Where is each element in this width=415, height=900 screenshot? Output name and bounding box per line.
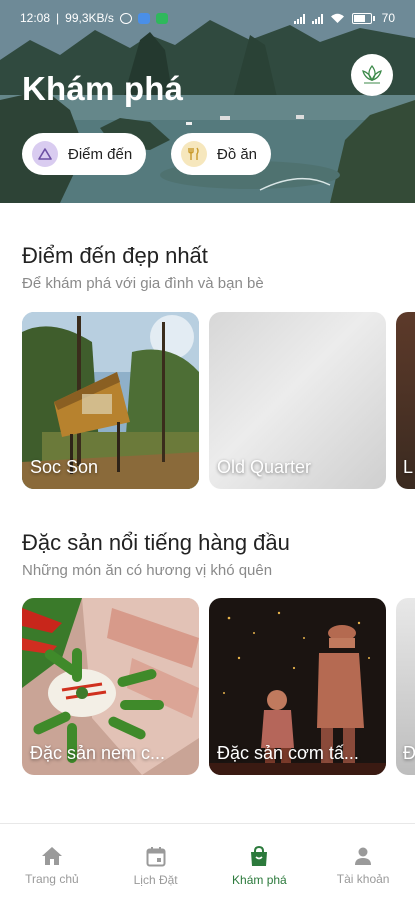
nav-label-home: Trang chủ [25, 872, 79, 886]
destination-label: Soc Son [30, 457, 99, 477]
chip-destinations[interactable]: Điểm đến [22, 133, 147, 175]
nav-label-bookings: Lịch Đặt [133, 873, 178, 887]
destinations-title: Điểm đến đẹp nhất [22, 243, 208, 268]
destination-card-soc-son[interactable]: Soc Son [22, 312, 199, 489]
alarm-icon [119, 12, 132, 24]
food-card-partial[interactable]: Đ [396, 598, 415, 775]
network-speed: 99,3KB/s [65, 11, 114, 25]
wifi-icon [330, 13, 344, 23]
food-label: Đặc sản cơm tấ... [217, 743, 359, 763]
messenger-icon [137, 12, 150, 24]
nav-label-explore: Khám phá [232, 873, 287, 887]
battery-icon [351, 12, 375, 24]
chip-food-label: Đồ ăn [217, 145, 258, 163]
destination-card-partial[interactable]: L [396, 312, 415, 489]
chip-food[interactable]: Đồ ăn [171, 133, 272, 175]
lotus-icon [362, 64, 382, 84]
hero-banner: 12:08 | 99,3KB/s 70 Khám phá Điểm đến Đồ… [0, 0, 415, 203]
mountain-icon [32, 141, 58, 167]
destination-card-old-quarter[interactable]: Old Quarter [209, 312, 386, 489]
destination-label: L [403, 457, 414, 477]
page-title: Khám phá [22, 70, 184, 107]
nav-item-home[interactable]: Trang chủ [0, 824, 104, 900]
chip-destinations-label: Điểm đến [68, 145, 133, 163]
user-icon [355, 847, 372, 865]
calendar-icon [146, 847, 166, 867]
shopping-bag-icon [251, 846, 268, 866]
food-card-com-tam[interactable]: Đặc sản cơm tấ... [209, 598, 386, 775]
food-card-nem[interactable]: Đặc sản nem c... [22, 598, 199, 775]
signal-icon-2 [311, 13, 323, 24]
signal-icon [293, 13, 305, 24]
nav-label-account: Tài khoản [336, 872, 390, 886]
foods-subtitle: Những món ăn có hương vị khó quên [22, 562, 273, 579]
food-label: Đặc sản nem c... [30, 743, 166, 763]
bottom-navigation: Trang chủ Lịch Đặt Khám phá Tài khoản [0, 823, 415, 900]
nav-item-bookings[interactable]: Lịch Đặt [104, 824, 208, 900]
battery-level: 70 [381, 11, 395, 25]
destination-label: Old Quarter [217, 457, 312, 477]
food-label: Đ [403, 743, 415, 763]
home-icon [41, 847, 62, 865]
utensils-icon [181, 141, 207, 167]
status-bar: 12:08 | 99,3KB/s 70 [20, 11, 395, 25]
nav-item-explore[interactable]: Khám phá [208, 824, 312, 900]
nav-item-account[interactable]: Tài khoản [311, 824, 415, 900]
foods-title: Đặc sản nổi tiếng hàng đầu [22, 530, 290, 555]
app-notification-icon [155, 12, 168, 24]
destinations-subtitle: Để khám phá với gia đình và bạn bè [22, 275, 264, 292]
status-time: 12:08 [20, 11, 51, 25]
app-logo[interactable] [351, 54, 393, 96]
